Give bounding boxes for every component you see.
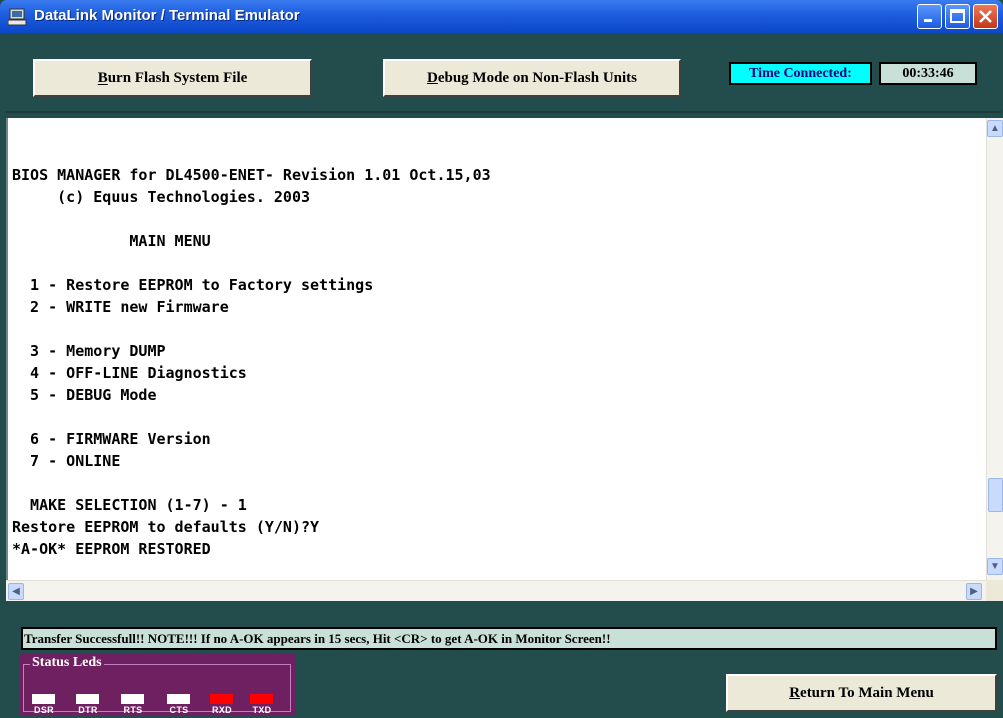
scroll-up-button[interactable]: ▲	[987, 120, 1003, 137]
led-txd-indicator	[250, 694, 273, 704]
led-rts-label: RTS	[123, 705, 143, 715]
terminal-line: 4 - OFF-LINE Diagnostics	[12, 364, 247, 382]
chevron-left-icon: ◀	[12, 586, 20, 597]
vertical-scroll-thumb[interactable]	[988, 478, 1003, 512]
led-rxd-label: RXD	[212, 705, 232, 715]
terminal-line: 3 - Memory DUMP	[12, 342, 166, 360]
time-connected-label: Time Connected:	[729, 62, 872, 85]
led-txd-label: TXD	[252, 705, 272, 715]
led-dtr-indicator	[76, 694, 99, 704]
toolbar-divider	[6, 111, 1001, 113]
vertical-scrollbar[interactable]: ▲ ▼	[986, 118, 1003, 580]
chevron-down-icon: ▼	[990, 561, 1000, 572]
scroll-down-button[interactable]: ▼	[987, 558, 1003, 575]
scroll-right-button[interactable]: ▶	[966, 583, 982, 600]
burn-flash-label: Burn Flash System File	[97, 69, 248, 86]
toolbar: Burn Flash System File Debug Mode on Non…	[0, 33, 1003, 118]
window-title: DataLink Monitor / Terminal Emulator	[34, 7, 300, 24]
terminal-line: 6 - FIRMWARE Version	[12, 430, 211, 448]
status-leds-panel: Status Leds DSR DTR RTS CTS RXD TXD	[20, 653, 295, 715]
maximize-icon	[950, 9, 965, 23]
chevron-right-icon: ▶	[970, 586, 978, 597]
led-rts-indicator	[121, 694, 144, 704]
terminal-line: *A-OK* EEPROM RESTORED	[12, 540, 211, 558]
chevron-up-icon: ▲	[990, 123, 1000, 134]
return-to-main-menu-label: Return To Main Menu	[789, 684, 934, 701]
led-cts-label: CTS	[169, 705, 189, 715]
close-icon	[979, 10, 992, 23]
title-bar: DataLink Monitor / Terminal Emulator	[0, 0, 1003, 33]
return-to-main-menu-button[interactable]: Return To Main Menu	[726, 674, 997, 712]
minimize-button[interactable]	[917, 4, 942, 29]
terminal-line: MAIN MENU	[12, 232, 211, 250]
close-button[interactable]	[973, 4, 998, 29]
maximize-button[interactable]	[945, 4, 970, 29]
terminal-line: MAKE SELECTION (1-7) - 1	[12, 496, 247, 514]
terminal-line: 2 - WRITE new Firmware	[12, 298, 229, 316]
terminal-line: BIOS MANAGER for DL4500-ENET- Revision 1…	[12, 166, 491, 184]
minimize-icon	[924, 19, 932, 22]
terminal-line: 1 - Restore EEPROM to Factory settings	[12, 276, 374, 294]
led-dsr-label: DSR	[34, 705, 54, 715]
status-leds-title: Status Leds	[30, 655, 104, 671]
debug-mode-button[interactable]: Debug Mode on Non-Flash Units	[383, 59, 681, 97]
scroll-left-button[interactable]: ◀	[8, 583, 24, 600]
led-cts-indicator	[167, 694, 190, 704]
led-rxd-indicator	[210, 694, 233, 704]
time-connected-value: 00:33:46	[879, 62, 977, 85]
computer-terminal-icon	[8, 8, 27, 26]
terminal-screen[interactable]: BIOS MANAGER for DL4500-ENET- Revision 1…	[6, 118, 986, 580]
burn-flash-button[interactable]: Burn Flash System File	[33, 59, 312, 97]
terminal-line: 5 - DEBUG Mode	[12, 386, 157, 404]
scrollbar-corner	[986, 580, 1003, 601]
debug-mode-label: Debug Mode on Non-Flash Units	[426, 69, 638, 86]
status-message: Transfer Successfull!! NOTE!!! If no A-O…	[21, 627, 997, 650]
led-dtr-label: DTR	[78, 705, 98, 715]
terminal-line: Restore EEPROM to defaults (Y/N)?Y	[12, 518, 320, 536]
led-dsr-indicator	[32, 694, 55, 704]
horizontal-scrollbar[interactable]: ◀ ▶	[6, 580, 986, 601]
terminal-line: (c) Equus Technologies. 2003	[12, 188, 311, 206]
terminal-line: 7 - ONLINE	[12, 452, 121, 470]
